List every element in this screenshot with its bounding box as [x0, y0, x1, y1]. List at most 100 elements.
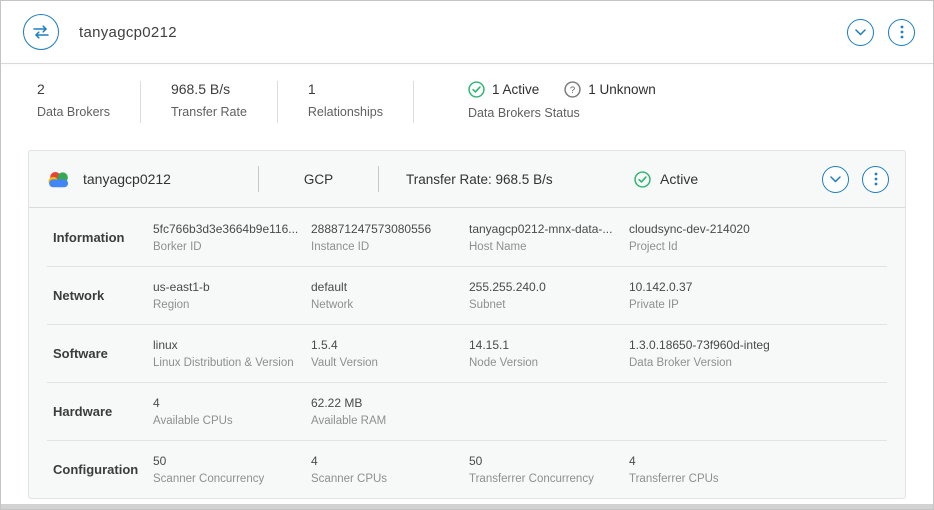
- field-label: Subnet: [469, 299, 629, 311]
- stat-transfer-rate: 968.5 B/s Transfer Rate: [171, 81, 278, 123]
- field-label: Region: [153, 299, 311, 311]
- kebab-dots-icon: [874, 172, 878, 186]
- field-label: Scanner CPUs: [311, 473, 469, 485]
- section-label: Information: [53, 230, 153, 245]
- check-circle-icon: [468, 81, 485, 98]
- data-broker-card: tanyagcp0212 GCP Transfer Rate: 968.5 B/…: [28, 150, 906, 499]
- field-value: 50: [153, 454, 311, 468]
- field-label: Available CPUs: [153, 415, 311, 427]
- svg-text:?: ?: [570, 85, 575, 96]
- field-cell: us-east1-b Region: [153, 280, 311, 311]
- broker-transfer-rate: Transfer Rate: 968.5 B/s: [379, 172, 634, 187]
- section-label: Network: [53, 288, 153, 303]
- field-cell: 50 Scanner Concurrency: [153, 454, 311, 485]
- field-value: 4: [311, 454, 469, 468]
- field-cell: 255.255.240.0 Subnet: [469, 280, 629, 311]
- broker-collapse-chevron-button[interactable]: [822, 166, 849, 193]
- stat-label: Transfer Rate: [171, 105, 247, 119]
- field-cell: tanyagcp0212-mnx-data-... Host Name: [469, 222, 629, 253]
- broker-identity: tanyagcp0212: [45, 169, 258, 189]
- section-label: Configuration: [53, 462, 153, 477]
- stat-value: 968.5 B/s: [171, 81, 247, 97]
- field-value: 10.142.0.37: [629, 280, 887, 294]
- broker-status-text: Active: [660, 171, 698, 187]
- broker-provider: GCP: [259, 172, 378, 187]
- active-status-text: 1 Active: [492, 82, 539, 97]
- unknown-status-text: 1 Unknown: [588, 82, 656, 97]
- broker-detail-rows: Information 5fc766b3d3e3664b9e116... Bor…: [47, 208, 887, 498]
- field-value: 4: [629, 454, 887, 468]
- check-circle-icon: [634, 171, 651, 188]
- chevron-down-icon: [855, 29, 866, 36]
- stat-label: Data Brokers: [37, 105, 110, 119]
- field-value: linux: [153, 338, 311, 352]
- field-cell: 10.142.0.37 Private IP: [629, 280, 887, 311]
- transfer-arrows-icon: [32, 25, 50, 39]
- chevron-down-icon: [830, 176, 841, 183]
- field-label: Data Broker Version: [629, 357, 887, 369]
- stat-data-brokers: 2 Data Brokers: [37, 81, 141, 123]
- section-row-configuration: Configuration 50 Scanner Concurrency 4 S…: [47, 440, 887, 498]
- section-label: Hardware: [53, 404, 153, 419]
- sync-relationship-icon[interactable]: [23, 14, 59, 50]
- field-cell: 50 Transferrer Concurrency: [469, 454, 629, 485]
- field-label: Linux Distribution & Version: [153, 357, 311, 369]
- broker-status: Active: [634, 171, 698, 188]
- field-label: Project Id: [629, 241, 887, 253]
- field-value: 14.15.1: [469, 338, 629, 352]
- field-label: Borker ID: [153, 241, 311, 253]
- field-label: Network: [311, 299, 469, 311]
- field-label: Scanner Concurrency: [153, 473, 311, 485]
- stat-relationships: 1 Relationships: [308, 81, 414, 123]
- unknown-status-chunk: ? 1 Unknown: [564, 81, 656, 98]
- field-cell: 62.22 MB Available RAM: [311, 396, 469, 427]
- active-status-chunk: 1 Active: [468, 81, 539, 98]
- field-value: 62.22 MB: [311, 396, 469, 410]
- field-value: 50: [469, 454, 629, 468]
- field-value: 5fc766b3d3e3664b9e116...: [153, 222, 311, 236]
- stat-label: Relationships: [308, 105, 383, 119]
- section-row-information: Information 5fc766b3d3e3664b9e116... Bor…: [47, 208, 887, 266]
- field-value: 1.3.0.18650-73f960d-integ: [629, 338, 887, 352]
- field-cell: 1.5.4 Vault Version: [311, 338, 469, 369]
- broker-detail-page: tanyagcp0212 2 Data Brokers 968.5 B/s Tr…: [0, 0, 934, 510]
- stat-value: 1: [308, 81, 383, 97]
- field-label: Available RAM: [311, 415, 469, 427]
- gcp-logo-icon: [45, 169, 72, 189]
- field-label: Host Name: [469, 241, 629, 253]
- section-label: Software: [53, 346, 153, 361]
- brokers-status-line: 1 Active ? 1 Unknown: [468, 81, 674, 98]
- field-value: tanyagcp0212-mnx-data-...: [469, 222, 629, 236]
- field-value: 4: [153, 396, 311, 410]
- field-cell: 14.15.1 Node Version: [469, 338, 629, 369]
- section-row-network: Network us-east1-b Region default Networ…: [47, 266, 887, 324]
- field-value: default: [311, 280, 469, 294]
- field-value: 255.255.240.0: [469, 280, 629, 294]
- kebab-menu-button[interactable]: [888, 19, 915, 46]
- field-label: Node Version: [469, 357, 629, 369]
- field-value: cloudsync-dev-214020: [629, 222, 887, 236]
- brokers-status-caption: Data Brokers Status: [468, 106, 674, 120]
- stat-value: 2: [37, 81, 110, 97]
- page-bottom-edge: [1, 504, 933, 509]
- collapse-chevron-button[interactable]: [847, 19, 874, 46]
- section-row-software: Software linux Linux Distribution & Vers…: [47, 324, 887, 382]
- broker-kebab-menu-button[interactable]: [862, 166, 889, 193]
- field-value: 1.5.4: [311, 338, 469, 352]
- field-cell: 1.3.0.18650-73f960d-integ Data Broker Ve…: [629, 338, 887, 369]
- field-cell: default Network: [311, 280, 469, 311]
- field-label: Transferrer CPUs: [629, 473, 887, 485]
- field-label: Vault Version: [311, 357, 469, 369]
- broker-name: tanyagcp0212: [83, 171, 171, 187]
- broker-card-actions: [822, 166, 889, 193]
- field-cell: 288871247573080556 Instance ID: [311, 222, 469, 253]
- field-cell: 4 Available CPUs: [153, 396, 311, 427]
- broker-card-header: tanyagcp0212 GCP Transfer Rate: 968.5 B/…: [29, 151, 905, 208]
- field-label: Instance ID: [311, 241, 469, 253]
- field-value: us-east1-b: [153, 280, 311, 294]
- section-row-hardware: Hardware 4 Available CPUs 62.22 MB Avail…: [47, 382, 887, 440]
- field-cell: cloudsync-dev-214020 Project Id: [629, 222, 887, 253]
- field-cell: 4 Transferrer CPUs: [629, 454, 887, 485]
- stats-strip: 2 Data Brokers 968.5 B/s Transfer Rate 1…: [1, 64, 933, 137]
- field-label: Private IP: [629, 299, 887, 311]
